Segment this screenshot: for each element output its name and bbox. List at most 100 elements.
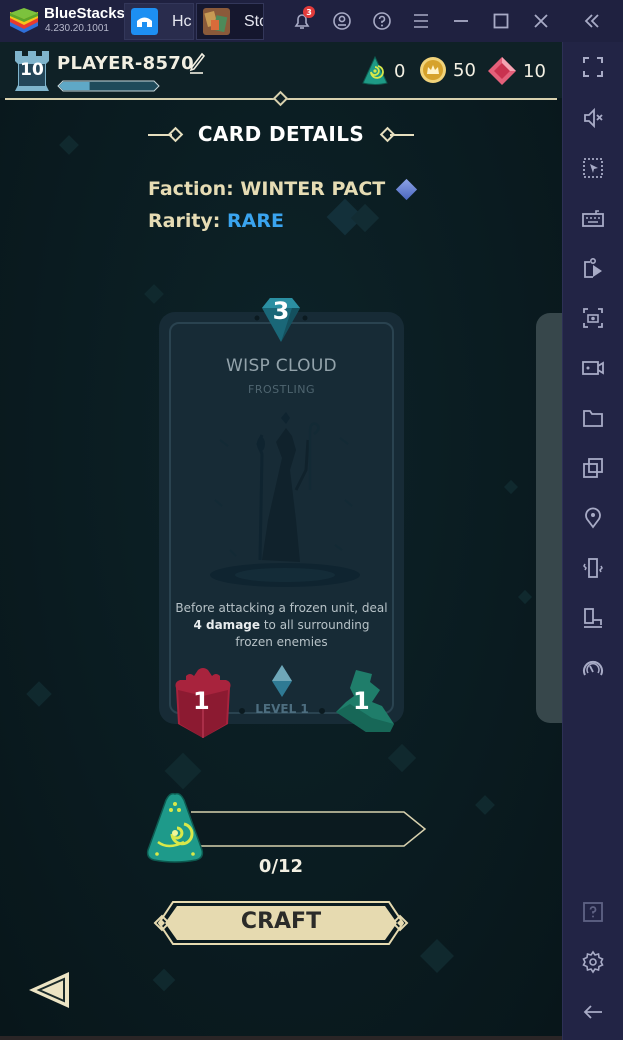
game-bottom-strip: [0, 1036, 562, 1040]
sidebar-item-volume-mute[interactable]: [579, 104, 607, 132]
account-icon: [333, 12, 351, 30]
tab-home[interactable]: Hc: [124, 3, 194, 40]
video-record-icon: [582, 361, 604, 375]
home-icon: [131, 8, 158, 35]
player-level: 10: [20, 60, 44, 80]
background-decor: [387, 743, 417, 773]
shard-icon: [362, 56, 388, 85]
edit-pencil-icon[interactable]: [188, 51, 206, 75]
background-decor: [59, 135, 79, 155]
maximize-button[interactable]: [488, 8, 514, 34]
multi-instance-icon: [583, 458, 603, 478]
shake-icon: [583, 558, 603, 578]
faction-info: Faction: WINTER PACT: [148, 178, 385, 200]
currency-shards: 0: [362, 56, 405, 86]
sidebar-item-settings[interactable]: [579, 948, 607, 976]
rarity-label: Rarity:: [148, 210, 221, 232]
faction-gem-icon: [395, 178, 418, 201]
sidebar-item-rotate[interactable]: [579, 604, 607, 632]
rarity-value: RARE: [227, 210, 284, 232]
notifications-button[interactable]: 3: [289, 6, 315, 34]
app-version: 4.230.20.1001: [45, 23, 109, 34]
next-card-peek[interactable]: [536, 313, 562, 723]
tab-game-label: Stc: [244, 12, 263, 30]
sidebar-item-screenshot[interactable]: [579, 304, 607, 332]
tab-game[interactable]: Stc: [196, 3, 264, 40]
keyboard-icon: [582, 210, 604, 227]
section-title: CARD DETAILS: [197, 122, 365, 146]
xp-fill: [59, 82, 90, 90]
background-decor: [144, 284, 164, 304]
sidebar-item-media-folder[interactable]: [579, 404, 607, 432]
minimize-button[interactable]: [448, 8, 474, 34]
menu-button[interactable]: [408, 8, 434, 34]
coin-icon: [420, 57, 446, 83]
faction-label: Faction:: [148, 178, 234, 200]
card-name: WISP CLOUD: [226, 356, 337, 376]
currency-rubies: 10: [487, 56, 546, 86]
heading-ornament-line: [390, 134, 414, 136]
sidebar-item-pointer-lock[interactable]: [579, 154, 607, 182]
background-decor: [152, 968, 176, 992]
back-arrow-icon: [583, 1005, 602, 1019]
faction-value: WINTER PACT: [240, 178, 386, 200]
card-cost: 3: [272, 297, 290, 325]
currency-coins: 50: [419, 56, 476, 84]
background-decor: [26, 681, 52, 707]
ruby-icon: [488, 57, 516, 85]
background-decor: [503, 479, 519, 495]
account-button[interactable]: [329, 8, 355, 34]
card-level: LEVEL 1: [255, 702, 309, 716]
player-name: PLAYER-8570: [57, 53, 194, 74]
xp-progress-bar: [57, 80, 160, 92]
craft-progress-text: 0/12: [258, 856, 304, 877]
install-apk-icon: [584, 257, 602, 278]
shard-large-icon: [146, 792, 204, 863]
card-desc-highlight: 4 damage: [193, 618, 261, 632]
sidebar-item-record[interactable]: [579, 354, 607, 382]
bluestacks-logo-icon: [10, 8, 38, 33]
card-desc-text: Before attacking a frozen unit, deal: [175, 601, 388, 615]
player-header: 10 PLAYER-8570 0 50 10: [0, 42, 562, 98]
background-decor: [475, 795, 495, 815]
background-decor: [164, 752, 202, 790]
card-art-silhouette: [210, 412, 360, 587]
folder-icon: [583, 410, 603, 427]
collapse-sidebar-button[interactable]: [579, 8, 605, 34]
volume-mute-icon: [584, 107, 603, 129]
coins-count: 50: [453, 59, 476, 81]
fullscreen-icon: [583, 57, 603, 77]
sidebar-item-keyboard-controls[interactable]: [579, 204, 607, 232]
rubies-count: 10: [523, 60, 546, 82]
attack-value: 1: [193, 687, 210, 715]
back-button[interactable]: [26, 970, 72, 1010]
gear-icon: [582, 950, 604, 974]
location-pin-icon: [585, 507, 601, 529]
close-icon: [534, 14, 548, 28]
maximize-icon: [493, 13, 509, 29]
hamburger-menu-icon: [414, 14, 428, 28]
rarity-info: Rarity: RARE: [148, 210, 284, 232]
sidebar-item-eco-mode[interactable]: [579, 654, 607, 682]
background-decor: [420, 939, 454, 973]
shards-count: 0: [394, 60, 406, 82]
sidebar-item-location[interactable]: [579, 504, 607, 532]
sidebar-item-shake[interactable]: [579, 554, 607, 582]
rotate-icon: [584, 608, 602, 628]
craft-button[interactable]: [151, 900, 411, 946]
sidebar-item-fullscreen[interactable]: [579, 53, 607, 81]
movement-value: 1: [353, 687, 370, 715]
sidebar-item-help[interactable]: [579, 898, 607, 926]
sidebar-item-back[interactable]: [579, 998, 607, 1026]
close-button[interactable]: [528, 8, 554, 34]
help-circle-icon: [373, 12, 391, 30]
sidebar-item-multi-instance[interactable]: [579, 454, 607, 482]
help-button[interactable]: [369, 8, 395, 34]
game-viewport: 10 PLAYER-8570 0 50 10 CARD DETAILS Fact…: [0, 42, 562, 1036]
pointer-select-icon: [583, 158, 603, 178]
sidebar-item-install-apk[interactable]: [579, 254, 607, 282]
speedometer-icon: [583, 660, 603, 676]
card-type: FROSTLING: [248, 383, 315, 396]
game-thumbnail-icon: [203, 8, 230, 35]
double-chevron-left-icon: [584, 14, 599, 28]
